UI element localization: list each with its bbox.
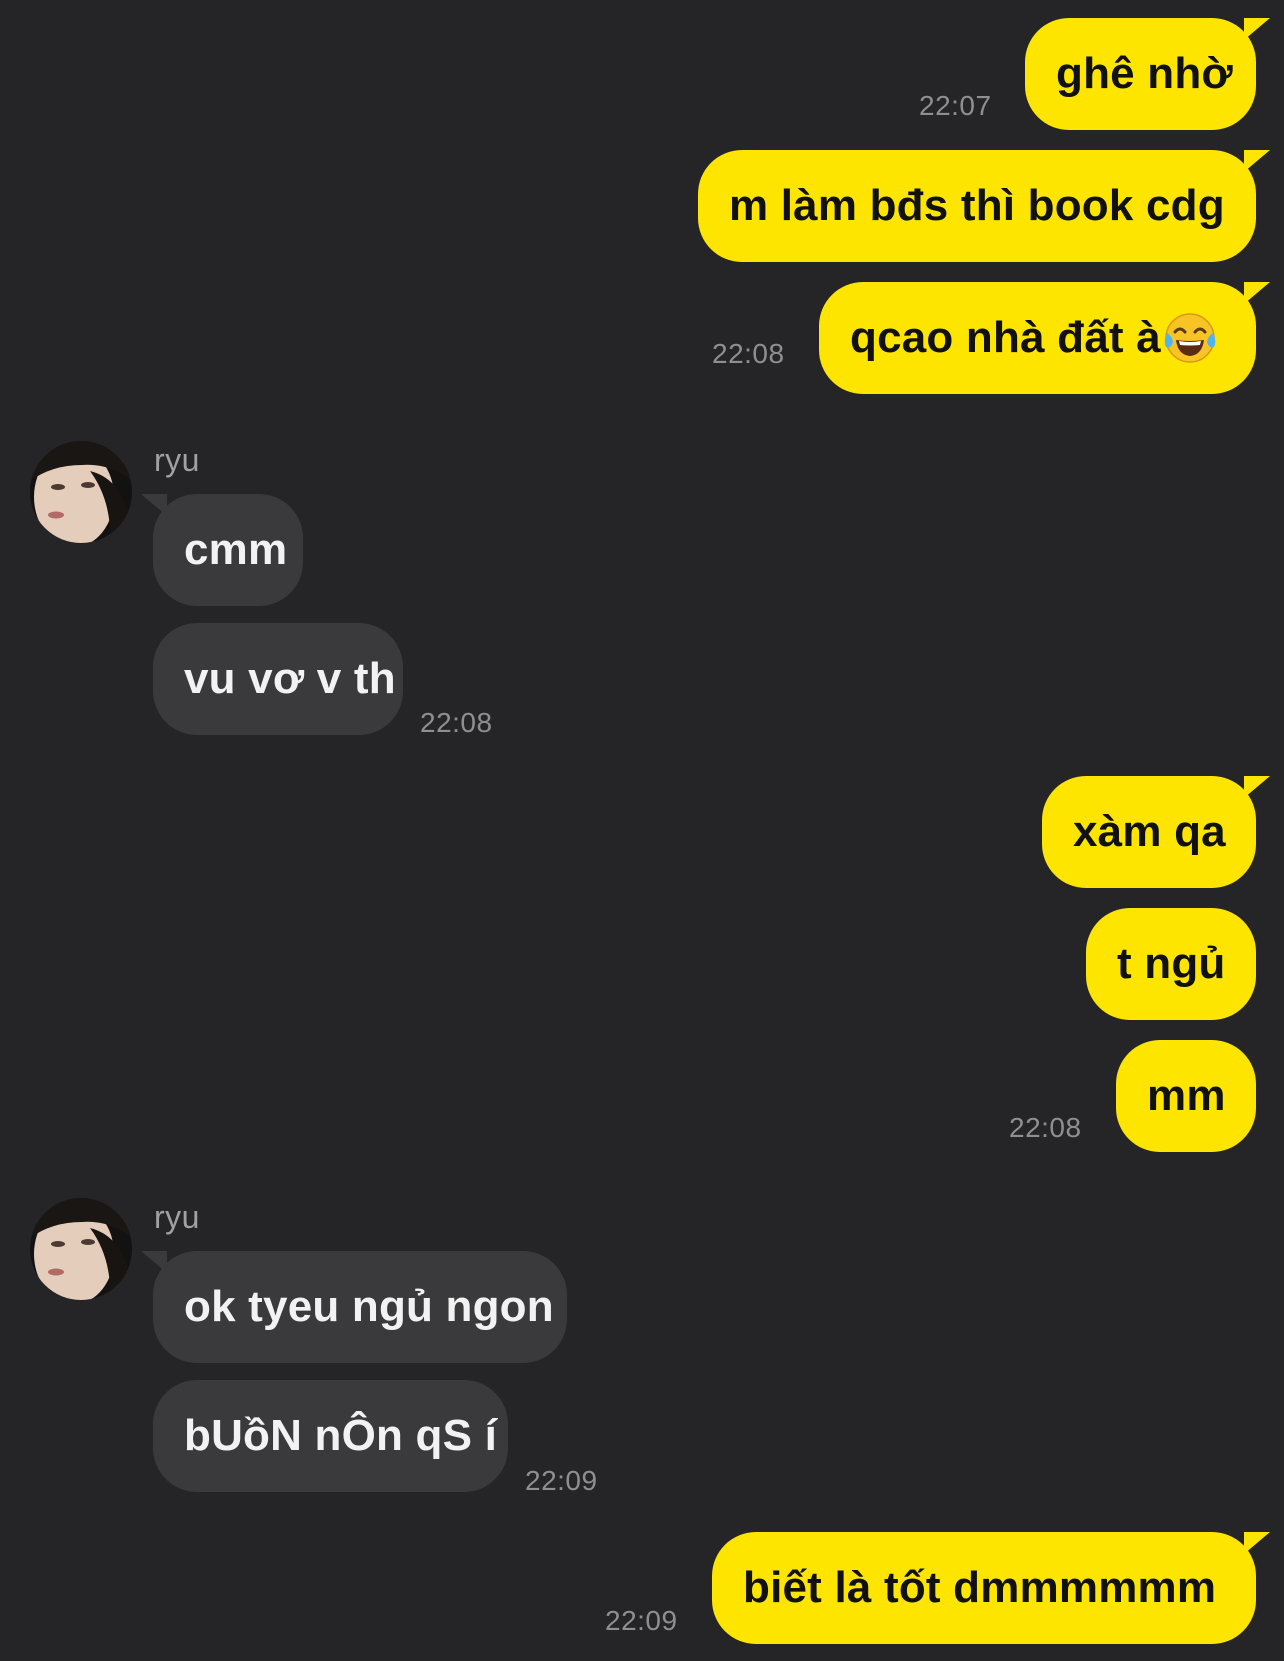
message-timestamp: 22:08 bbox=[420, 707, 493, 738]
message-timestamp: 22:09 bbox=[525, 1465, 598, 1496]
message-outgoing[interactable]: m làm bđs thì book cdg bbox=[698, 150, 1270, 262]
chat-screen: { "colors": { "background": "#252527", "… bbox=[0, 0, 1284, 1661]
message-text: qcao nhà đất à bbox=[850, 313, 1161, 362]
message-outgoing[interactable]: ghê nhờ bbox=[1025, 18, 1270, 130]
message-text: t ngủ bbox=[1117, 939, 1226, 988]
message-text: cmm bbox=[184, 525, 288, 574]
message-text: ok tyeu ngủ ngon bbox=[184, 1282, 554, 1331]
message-text: ghê nhờ bbox=[1056, 49, 1233, 98]
message-text: biết là tốt dmmmmmm bbox=[743, 1563, 1217, 1612]
message-bubble[interactable]: ok tyeu ngủ ngon bbox=[141, 1251, 567, 1363]
message-bubble[interactable]: qcao nhà đất à bbox=[819, 282, 1270, 394]
message-text: xàm qa bbox=[1073, 807, 1226, 856]
avatar[interactable] bbox=[30, 1198, 132, 1300]
message-bubble[interactable]: xàm qa bbox=[1042, 776, 1270, 888]
message-bubble[interactable]: vu vơ v th bbox=[153, 623, 403, 735]
message-bubble[interactable]: bUồN nÔn qS í bbox=[153, 1380, 508, 1492]
message-bubble[interactable]: mm bbox=[1116, 1040, 1256, 1152]
message-outgoing[interactable]: mm bbox=[1116, 1040, 1256, 1152]
message-timestamp: 22:08 bbox=[1009, 1112, 1082, 1143]
message-bubble[interactable]: cmm bbox=[141, 494, 303, 606]
sender-name: ryu bbox=[154, 1199, 200, 1235]
message-outgoing[interactable]: biết là tốt dmmmmmm bbox=[712, 1532, 1270, 1644]
message-outgoing[interactable]: xàm qa bbox=[1042, 776, 1270, 888]
message-outgoing[interactable]: t ngủ bbox=[1086, 908, 1256, 1020]
message-timestamp: 22:07 bbox=[919, 90, 992, 121]
message-incoming[interactable]: vu vơ v th bbox=[153, 623, 403, 735]
message-text: mm bbox=[1147, 1071, 1226, 1120]
message-incoming[interactable]: bUồN nÔn qS í bbox=[153, 1380, 508, 1492]
message-text: bUồN nÔn qS í bbox=[184, 1411, 498, 1460]
message-timestamp: 22:08 bbox=[712, 338, 785, 369]
message-bubble[interactable]: ghê nhờ bbox=[1025, 18, 1270, 130]
message-bubble[interactable]: m làm bđs thì book cdg bbox=[698, 150, 1270, 262]
message-text: m làm bđs thì book cdg bbox=[729, 181, 1225, 230]
sender-name: ryu bbox=[154, 442, 200, 478]
face-with-tears-of-joy-icon bbox=[1163, 311, 1217, 365]
message-timestamp: 22:09 bbox=[605, 1605, 678, 1636]
message-bubble[interactable]: t ngủ bbox=[1086, 908, 1256, 1020]
message-bubble[interactable]: biết là tốt dmmmmmm bbox=[712, 1532, 1270, 1644]
message-incoming[interactable]: cmm bbox=[141, 494, 303, 606]
message-incoming[interactable]: ok tyeu ngủ ngon bbox=[141, 1251, 567, 1363]
message-text: vu vơ v th bbox=[184, 654, 396, 703]
message-outgoing[interactable]: qcao nhà đất à bbox=[819, 282, 1270, 394]
avatar[interactable] bbox=[30, 441, 132, 543]
